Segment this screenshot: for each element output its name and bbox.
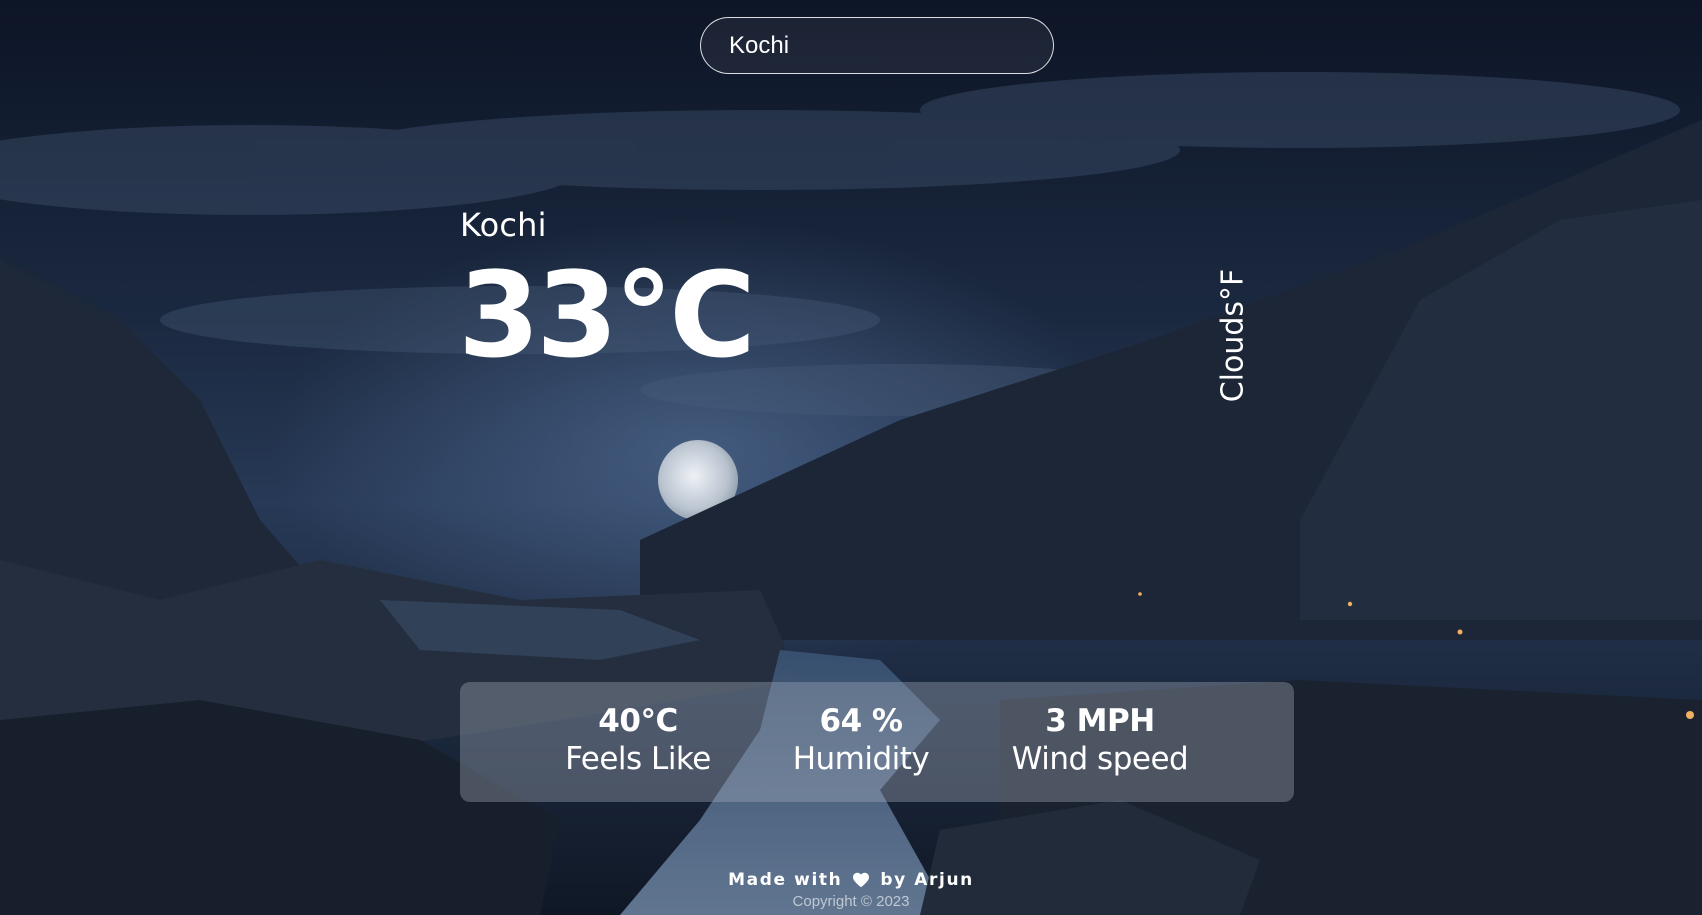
stat-feels-like: 40°C Feels Like [565, 703, 711, 779]
condition-and-unit: Clouds°F [1215, 268, 1251, 402]
stat-wind-speed: 3 MPH Wind speed [1011, 703, 1189, 779]
stat-label: Feels Like [565, 741, 711, 778]
stat-label: Wind speed [1011, 741, 1189, 778]
stat-value: 40°C [598, 703, 678, 739]
made-with-prefix: Made with [728, 870, 843, 890]
current-temperature: 33°C [458, 246, 756, 384]
made-with-author: by Arjun [880, 870, 974, 890]
search-bar[interactable] [700, 17, 1054, 74]
stat-value: 64 % [819, 703, 903, 739]
unit-toggle[interactable]: °F [1216, 268, 1251, 300]
search-input[interactable] [700, 17, 1054, 74]
stat-value: 3 MPH [1045, 703, 1155, 739]
stat-label: Humidity [792, 741, 930, 778]
city-name: Kochi [460, 206, 547, 244]
copyright: Copyright © 2023 [792, 893, 910, 910]
footer: Made with by Arjun Copyright © 2023 [0, 870, 1702, 910]
made-with-credit: Made with by Arjun [728, 870, 974, 890]
weather-condition: Clouds [1215, 300, 1251, 402]
heart-icon [852, 872, 870, 888]
weather-stats-panel: 40°C Feels Like 64 % Humidity 3 MPH Wind… [460, 682, 1294, 802]
stat-humidity: 64 % Humidity [793, 703, 930, 779]
